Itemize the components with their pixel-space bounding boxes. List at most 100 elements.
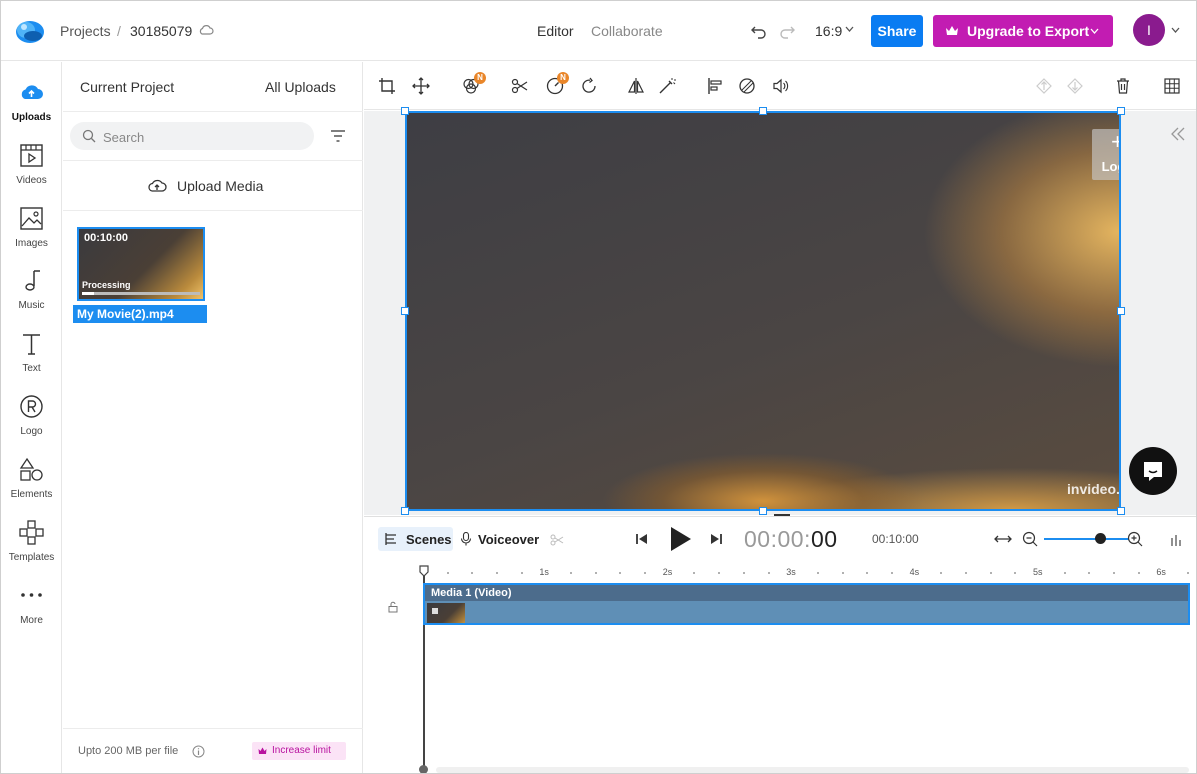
skip-back-icon[interactable] [635,532,649,546]
rail-label: Music [18,300,45,311]
rail-item-more[interactable]: More [1,583,62,643]
cloud-saved-icon [199,25,214,35]
rail-item-elements[interactable]: Elements [1,457,62,517]
playhead-bottom [419,765,428,773]
opacity-icon[interactable] [738,77,756,95]
ruler-tick [866,572,869,574]
upgrade-to-export-button[interactable]: Upgrade to Export [933,15,1113,47]
increase-limit-label: Increase limit [272,745,331,756]
align-left-icon[interactable] [707,77,725,95]
share-button[interactable]: Share [871,15,923,47]
ruler-label: 3s [786,567,796,577]
fit-width-icon[interactable] [994,532,1012,546]
chat-icon [1144,462,1162,481]
chat-support-button[interactable] [1129,447,1177,495]
zoom-slider-track[interactable] [1044,538,1129,540]
magic-wand-icon[interactable] [658,77,676,95]
resize-handle[interactable] [1117,507,1125,515]
video-track-clip[interactable]: Media 1 (Video) [423,583,1190,625]
grid-icon[interactable] [1163,77,1181,95]
resize-handle[interactable] [759,107,767,115]
scenes-button[interactable]: Scenes [378,527,453,551]
bring-forward-icon[interactable] [1035,77,1053,95]
rail-item-videos[interactable]: Videos [1,143,62,203]
rotate-icon[interactable] [580,77,598,95]
trash-icon[interactable] [1114,77,1132,95]
increase-limit-button[interactable]: Increase limit [252,742,346,760]
send-backward-icon[interactable] [1066,77,1084,95]
flip-icon[interactable] [627,77,645,95]
ruler-tick [471,572,474,574]
ruler-tick [841,572,844,574]
search-input[interactable] [103,128,303,146]
filter-icon[interactable] [330,128,346,144]
resize-handle[interactable] [401,507,409,515]
rail-item-logo[interactable]: Logo [1,394,62,454]
track-header [425,585,1188,601]
undo-icon[interactable] [750,22,768,40]
unlock-icon[interactable] [387,601,399,613]
ruler-tick [890,572,893,574]
user-avatar[interactable]: I [1133,14,1165,46]
tab-all-uploads[interactable]: All Uploads [265,79,336,95]
registered-icon [20,395,43,418]
resize-handle[interactable] [401,307,409,315]
skip-forward-icon[interactable] [709,532,723,546]
track-label: Media 1 (Video) [431,587,512,599]
tab-collaborate[interactable]: Collaborate [591,23,663,39]
zoom-out-icon[interactable] [1022,531,1038,547]
time-ruler[interactable]: 1s 2s 3s 4s 5s 6s [422,567,1196,581]
film-icon [20,144,43,167]
chevron-down-icon[interactable] [845,26,854,33]
divider [63,111,363,112]
divider [63,728,363,729]
timeline-scrollbar[interactable] [436,767,1189,773]
app-logo-icon[interactable] [13,14,47,48]
voiceover-button[interactable]: Voiceover [460,527,540,551]
current-time-prefix: 00:00: [744,526,811,552]
crop-icon[interactable] [378,77,396,95]
media-filename[interactable]: My Movie(2).mp4 [73,305,207,323]
aspect-ratio-select[interactable]: 16:9 [815,23,842,39]
info-icon[interactable] [192,745,205,758]
project-id[interactable]: 30185079 [130,23,192,39]
search-icon [82,129,96,143]
rail-item-text[interactable]: Text [1,331,62,391]
rail-item-templates[interactable]: Templates [1,520,62,580]
rail-item-uploads[interactable]: Uploads [1,80,62,140]
rail-label: Images [15,238,48,249]
resize-handle[interactable] [1117,307,1125,315]
volume-icon[interactable] [772,77,790,95]
collapse-panel-icon[interactable] [1170,127,1186,141]
add-logo-button[interactable]: + Logo [1092,129,1119,180]
rail-item-images[interactable]: Images [1,206,62,266]
breadcrumb-projects[interactable]: Projects [60,23,111,39]
scissors-icon[interactable] [511,77,529,95]
redo-icon[interactable] [778,22,796,40]
zoom-in-icon[interactable] [1127,531,1143,547]
upload-media-button[interactable]: Upload Media [147,174,277,198]
split-icon[interactable] [550,533,564,547]
play-icon[interactable] [667,526,693,552]
scenes-label: Scenes [406,532,452,547]
rail-label: More [20,615,43,626]
media-thumbnail[interactable]: 00:10:00 Processing [77,227,205,301]
resize-handle[interactable] [401,107,409,115]
templates-grid-icon [19,520,44,545]
rail-item-music[interactable]: Music [1,268,62,328]
resize-handle[interactable] [759,507,767,515]
chevron-down-icon[interactable] [1171,27,1180,34]
timeline-settings-icon[interactable] [1170,533,1182,547]
watermark: invideo.io [1067,481,1120,497]
resize-handle[interactable] [1117,107,1125,115]
divider [63,160,363,161]
media-duration: 00:10:00 [84,232,129,244]
zoom-slider-thumb[interactable] [1095,533,1106,544]
rail-label: Elements [10,489,53,500]
tab-current-project[interactable]: Current Project [80,79,174,95]
ruler-tick [816,572,819,574]
video-preview[interactable]: + Logo invideo.io [405,111,1121,511]
tab-editor[interactable]: Editor [537,23,574,39]
move-icon[interactable] [412,77,430,95]
ruler-tick [718,572,721,574]
